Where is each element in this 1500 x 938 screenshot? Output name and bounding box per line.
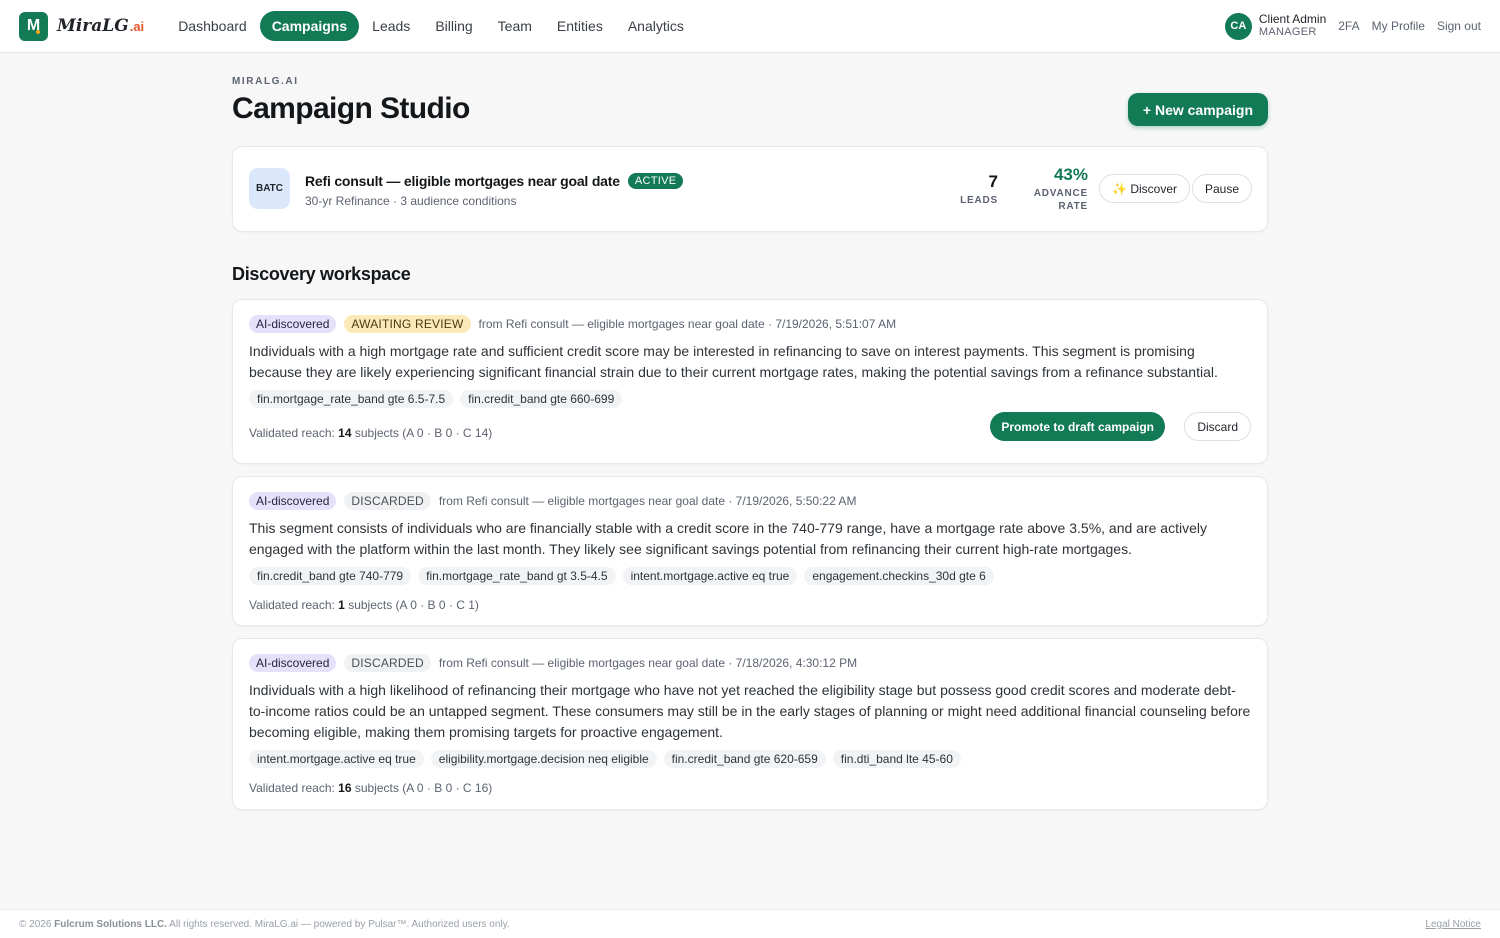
condition-chip: eligibility.mortgage.decision neq eligib… (430, 750, 657, 768)
reach-row: Validated reach: 16 subjects (A 0 · B 0 … (249, 780, 1251, 796)
user-info: Client Admin MANAGER (1259, 13, 1326, 39)
discovery-source: from Refi consult — eligible mortgages n… (478, 317, 897, 331)
user-role: MANAGER (1258, 26, 1317, 38)
avatar[interactable]: CA (1224, 12, 1252, 40)
reach-count: 14 (338, 426, 352, 440)
reach-row: Validated reach: 14 subjects (A 0 · B 0 … (249, 412, 1251, 441)
discovery-card-header: AI-discovered DISCARDED from Refi consul… (249, 492, 1251, 510)
discovery-card: AI-discovered DISCARDED from Refi consul… (232, 638, 1268, 810)
footer: © 2026 Fulcrum Solutions LLC. All rights… (0, 909, 1500, 938)
ai-discovered-tag: AI-discovered (249, 315, 337, 333)
ai-discovered-tag: AI-discovered (249, 654, 337, 672)
reach-prefix: Validated reach: (249, 598, 339, 612)
campaign-card: BATC Refi consult — eligible mortgages n… (232, 146, 1268, 232)
advance-rate-label-line2: RATE (1058, 201, 1088, 212)
discover-button[interactable]: ✨ Discover (1099, 174, 1190, 203)
discovery-source: from Refi consult — eligible mortgages n… (438, 656, 858, 670)
main-nav: Dashboard Campaigns Leads Billing Team E… (166, 11, 697, 41)
advance-rate-stat: 43% ADVANCE RATE (1034, 165, 1088, 213)
discovery-card-header: AI-discovered AWAITING REVIEW from Refi … (249, 315, 1251, 333)
discovery-card-header: AI-discovered DISCARDED from Refi consul… (249, 654, 1251, 672)
leads-stat: 7 LEADS (960, 172, 998, 207)
campaign-title[interactable]: Refi consult — eligible mortgages near g… (305, 173, 684, 189)
nav-dashboard[interactable]: Dashboard (166, 11, 259, 41)
pause-button[interactable]: Pause (1191, 174, 1252, 203)
condition-chip: fin.mortgage_rate_band gt 3.5-4.5 (418, 567, 616, 585)
condition-chip: intent.mortgage.active eq true (249, 750, 424, 768)
validated-reach: Validated reach: 1 subjects (A 0 · B 0 ·… (249, 598, 479, 612)
reach-prefix: Validated reach: (249, 426, 339, 440)
discovery-card: AI-discovered AWAITING REVIEW from Refi … (232, 299, 1268, 464)
page-eyebrow: MIRALG.AI (232, 76, 299, 87)
company-name: Fulcrum Solutions LLC. (54, 918, 167, 930)
condition-chip: fin.credit_band gte 620-659 (663, 750, 826, 768)
discard-button[interactable]: Discard (1184, 412, 1251, 441)
reach-prefix: Validated reach: (249, 781, 339, 795)
discarded-badge: DISCARDED (344, 492, 431, 510)
legal-notice-link[interactable]: Legal Notice (1425, 919, 1481, 930)
leads-value: 7 (988, 172, 998, 191)
brand-name[interactable]: MiraLG.ai (57, 16, 144, 36)
validated-reach: Validated reach: 16 subjects (A 0 · B 0 … (249, 781, 492, 795)
condition-chips: intent.mortgage.active eq true eligibili… (249, 750, 1251, 768)
condition-chip: fin.credit_band gte 740-779 (249, 567, 412, 585)
reach-breakdown: subjects (A 0 · B 0 · C 16) (351, 781, 493, 795)
nav-leads[interactable]: Leads (360, 11, 422, 41)
nav-analytics[interactable]: Analytics (616, 11, 696, 41)
condition-chip: fin.mortgage_rate_band gte 6.5-7.5 (249, 390, 454, 408)
campaign-code-badge: BATC (249, 168, 290, 209)
twofa-link[interactable]: 2FA (1338, 19, 1359, 33)
nav-billing[interactable]: Billing (423, 11, 484, 41)
reach-breakdown: subjects (A 0 · B 0 · C 1) (344, 598, 479, 612)
nav-team[interactable]: Team (486, 11, 544, 41)
campaign-title-text: Refi consult — eligible mortgages near g… (305, 173, 620, 189)
condition-chip: fin.credit_band gte 660-699 (460, 390, 623, 408)
advance-rate-value: 43% (1053, 165, 1088, 184)
nav-campaigns[interactable]: Campaigns (259, 11, 360, 41)
reach-row: Validated reach: 1 subjects (A 0 · B 0 ·… (249, 597, 1251, 613)
validated-reach: Validated reach: 14 subjects (A 0 · B 0 … (249, 426, 492, 440)
brand-dot (36, 29, 40, 34)
reach-breakdown: subjects (A 0 · B 0 · C 14) (351, 426, 493, 440)
advance-rate-label-line1: ADVANCE (1033, 188, 1088, 199)
discovery-card: AI-discovered DISCARDED from Refi consul… (232, 476, 1268, 626)
brand-logo-icon[interactable]: M (19, 11, 48, 41)
discovery-description: Individuals with a high mortgage rate an… (249, 343, 1218, 380)
awaiting-review-badge: AWAITING REVIEW (344, 315, 471, 333)
top-navigation: M MiraLG.ai Dashboard Campaigns Leads Bi… (0, 0, 1500, 53)
discarded-badge: DISCARDED (344, 654, 431, 672)
user-area: CA Client Admin MANAGER 2FA My Profile S… (1224, 12, 1481, 40)
discovery-description: This segment consists of individuals who… (249, 520, 1207, 557)
leads-label: LEADS (960, 195, 998, 206)
new-campaign-button[interactable]: + New campaign (1127, 93, 1268, 126)
campaign-subtitle: 30-yr Refinance · 3 audience conditions (305, 194, 517, 208)
brand-name-text: MiraLG (57, 16, 129, 36)
my-profile-link[interactable]: My Profile (1372, 19, 1425, 33)
discovery-section-title: Discovery workspace (232, 264, 411, 284)
user-name: Client Admin (1258, 12, 1327, 26)
reach-count: 16 (338, 781, 352, 795)
page-title: Campaign Studio (232, 92, 470, 125)
sign-out-link[interactable]: Sign out (1437, 19, 1481, 33)
reach-count: 1 (338, 598, 345, 612)
condition-chip: fin.dti_band lte 45-60 (832, 750, 961, 768)
condition-chip: engagement.checkins_30d gte 6 (804, 567, 994, 585)
ai-discovered-tag: AI-discovered (249, 492, 337, 510)
discovery-source: from Refi consult — eligible mortgages n… (438, 494, 857, 508)
condition-chip: intent.mortgage.active eq true (622, 567, 798, 585)
copyright: © 2026 Fulcrum Solutions LLC. All rights… (19, 919, 510, 930)
brand-suffix: .ai (129, 19, 145, 34)
discovery-description: Individuals with a high likelihood of re… (249, 682, 1251, 740)
status-badge: ACTIVE (627, 173, 684, 189)
nav-entities[interactable]: Entities (545, 11, 615, 41)
condition-chips: fin.credit_band gte 740-779 fin.mortgage… (249, 567, 1251, 585)
condition-chips: fin.mortgage_rate_band gte 6.5-7.5 fin.c… (249, 390, 1251, 408)
copyright-prefix: © 2026 (19, 918, 55, 930)
promote-to-draft-button[interactable]: Promote to draft campaign (990, 412, 1165, 441)
copyright-suffix: All rights reserved. MiraLG.ai — powered… (166, 918, 510, 930)
